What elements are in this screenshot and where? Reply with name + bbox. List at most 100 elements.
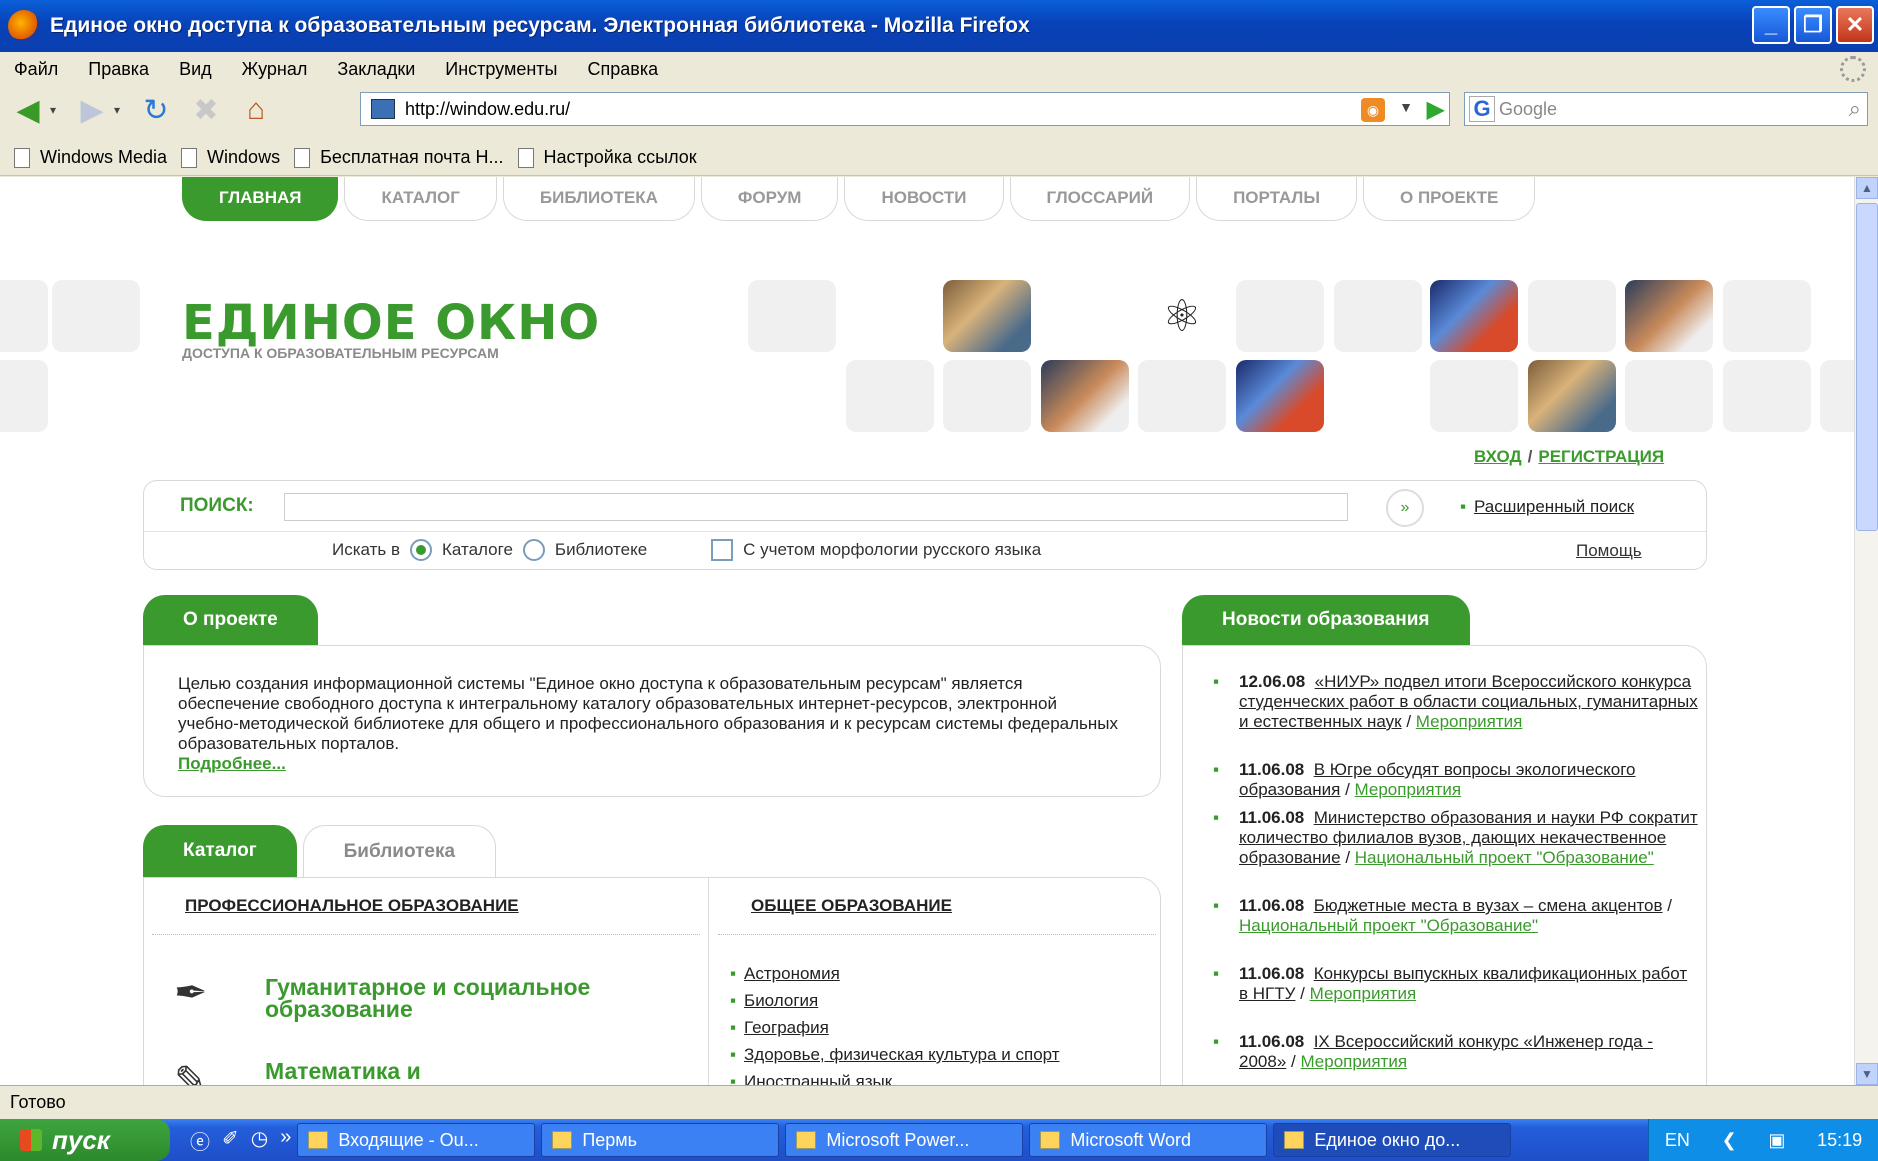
menu-history[interactable]: Журнал — [242, 59, 308, 80]
decor-tile — [1723, 280, 1811, 352]
bookmark-item[interactable]: Бесплатная почта H... — [294, 147, 504, 168]
scroll-down-icon[interactable]: ▼ — [1856, 1063, 1878, 1085]
search-bar[interactable]: G Google ⌕ — [1464, 92, 1868, 126]
decor-tile — [1138, 360, 1226, 432]
catalog-tabs: Каталог Библиотека — [143, 825, 497, 877]
url-text[interactable]: http://window.edu.ru/ — [405, 99, 570, 120]
decor-tile — [1528, 280, 1616, 352]
register-link[interactable]: РЕГИСТРАЦИЯ — [1538, 447, 1664, 466]
folder-icon — [552, 1131, 573, 1149]
category-math[interactable]: Математика и — [265, 1060, 645, 1083]
menu-tools[interactable]: Инструменты — [445, 59, 557, 80]
more-link[interactable]: Подробнее... — [178, 754, 286, 773]
scroll-up-icon[interactable]: ▲ — [1856, 177, 1878, 199]
advanced-search-link[interactable]: Расширенный поиск — [1474, 497, 1634, 516]
category-humanities[interactable]: Гуманитарное и социальное образование — [265, 976, 645, 1021]
site-logo-title[interactable]: ЕДИНОЕ ОКНО — [182, 295, 600, 351]
bookmark-item[interactable]: Windows Media — [14, 147, 167, 168]
task-firefox[interactable]: Единое окно до... — [1273, 1123, 1512, 1157]
molecule-icon: ⚛ — [1138, 280, 1226, 352]
about-text: Целью создания информационной системы "Е… — [178, 674, 1119, 753]
tab-catalog[interactable]: Каталог — [143, 825, 297, 877]
task-powerpoint[interactable]: Microsoft Power... — [785, 1123, 1024, 1157]
menu-bookmarks[interactable]: Закладки — [337, 59, 415, 80]
decor-tile — [748, 280, 836, 352]
go-icon[interactable]: ▶ — [1427, 95, 1445, 124]
nav-main[interactable]: ГЛАВНАЯ — [182, 177, 339, 221]
tray-arrow-icon[interactable]: ❮ — [1722, 1130, 1737, 1151]
stop-icon[interactable]: ✖ — [184, 90, 228, 130]
menu-bar: Файл Правка Вид Журнал Закладки Инструме… — [0, 52, 1878, 86]
back-history-dropdown[interactable]: ▾ — [50, 103, 64, 117]
rss-icon[interactable]: ◉ — [1361, 98, 1385, 122]
radio-catalog-label: Каталоге — [442, 540, 513, 559]
reload-icon[interactable]: ↻ — [134, 90, 178, 130]
back-icon[interactable]: ◀ — [6, 90, 50, 130]
task-outlook[interactable]: Входящие - Ou... — [297, 1123, 536, 1157]
task-word[interactable]: Microsoft Word — [1029, 1123, 1268, 1157]
morphology-checkbox[interactable] — [711, 539, 734, 561]
search-submit-button[interactable]: » — [1386, 489, 1424, 527]
subject-item: ▪ Иностранный язык — [730, 1072, 893, 1085]
help-link[interactable]: Помощь — [1576, 541, 1642, 561]
google-icon[interactable]: G — [1469, 96, 1495, 122]
task-folder[interactable]: Пермь — [541, 1123, 780, 1157]
general-education-heading[interactable]: ОБЩЕЕ ОБРАЗОВАНИЕ — [751, 896, 952, 916]
bookmark-item[interactable]: Настройка ссылок — [517, 147, 697, 168]
vertical-scrollbar[interactable]: ▲ ▼ — [1854, 177, 1878, 1085]
about-heading: О проекте — [143, 595, 318, 645]
subject-item: ▪ Здоровье, физическая культура и спорт — [730, 1045, 1060, 1064]
address-bar[interactable]: http://window.edu.ru/ ◉ ▼ ▶ — [360, 92, 1450, 126]
news-item: ▪ 11.06.08 Министерство образования и нау… — [1213, 808, 1698, 867]
photo-tile — [1041, 360, 1129, 432]
close-button[interactable]: ✕ — [1836, 6, 1874, 44]
start-button[interactable]: пуск — [0, 1119, 170, 1161]
clock-icon[interactable]: ◷ — [251, 1126, 268, 1155]
more-icon[interactable]: » — [280, 1126, 291, 1155]
feather-icon: ✒ — [174, 971, 208, 1015]
restore-button[interactable]: ❐ — [1794, 6, 1832, 44]
pen-icon[interactable]: ✐ — [222, 1126, 239, 1155]
radio-library[interactable] — [522, 539, 545, 561]
tab-library[interactable]: Библиотека — [302, 825, 497, 877]
decor-tile — [52, 280, 140, 352]
firefox-icon — [8, 10, 40, 42]
search-icon[interactable]: ⌕ — [1849, 96, 1861, 122]
nav-glossary[interactable]: ГЛОССАРИЙ — [1009, 177, 1191, 221]
news-item: ▪ 11.06.08 IX Всероссийский конкурс «Инже… — [1213, 1032, 1653, 1071]
menu-view[interactable]: Вид — [179, 59, 212, 80]
nav-news[interactable]: НОВОСТИ — [844, 177, 1004, 221]
ie-icon[interactable]: ⓔ — [190, 1126, 210, 1155]
login-link[interactable]: ВХОД — [1474, 447, 1522, 466]
photo-tile — [1625, 280, 1713, 352]
navigation-toolbar: ◀ ▾ ▶ ▾ ↻ ✖ ⌂ http://window.edu.ru/ ◉ ▼ … — [0, 86, 1878, 134]
url-dropdown-icon[interactable]: ▼ — [1399, 99, 1413, 115]
home-icon[interactable]: ⌂ — [234, 90, 278, 130]
bookmark-item[interactable]: Windows — [181, 147, 280, 168]
site-logo-subtitle: ДОСТУПА К ОБРАЗОВАТЕЛЬНЫМ РЕСУРСАМ — [182, 345, 499, 361]
nav-forum[interactable]: ФОРУМ — [700, 177, 839, 221]
nav-catalog[interactable]: КАТАЛОГ — [344, 177, 497, 221]
search-placeholder[interactable]: Google — [1499, 99, 1557, 120]
nav-about[interactable]: О ПРОЕКТЕ — [1363, 177, 1536, 221]
network-icon[interactable]: ▣ — [1768, 1130, 1785, 1151]
menu-help[interactable]: Справка — [588, 59, 659, 80]
news-item: ▪ 11.06.08 В Югре обсудят вопросы экологи… — [1213, 760, 1636, 799]
outlook-icon — [308, 1131, 329, 1149]
menu-file[interactable]: Файл — [14, 59, 58, 80]
nav-library[interactable]: БИБЛИОТЕКА — [502, 177, 695, 221]
site-search-input[interactable] — [284, 493, 1348, 521]
prof-education-heading[interactable]: ПРОФЕССИОНАЛЬНОЕ ОБРАЗОВАНИЕ — [185, 896, 519, 916]
nav-portals[interactable]: ПОРТАЛЫ — [1196, 177, 1357, 221]
forward-icon[interactable]: ▶ — [70, 90, 114, 130]
decor-tile — [1723, 360, 1811, 432]
radio-catalog[interactable] — [410, 539, 433, 561]
minimize-button[interactable]: _ — [1752, 6, 1790, 44]
subject-item: ▪ Астрономия — [730, 964, 840, 983]
page-icon — [181, 147, 198, 168]
word-icon — [1040, 1131, 1061, 1149]
scroll-thumb[interactable] — [1856, 203, 1878, 531]
forward-history-dropdown[interactable]: ▾ — [114, 103, 128, 117]
language-indicator[interactable]: EN — [1665, 1130, 1690, 1151]
menu-edit[interactable]: Правка — [88, 59, 149, 80]
